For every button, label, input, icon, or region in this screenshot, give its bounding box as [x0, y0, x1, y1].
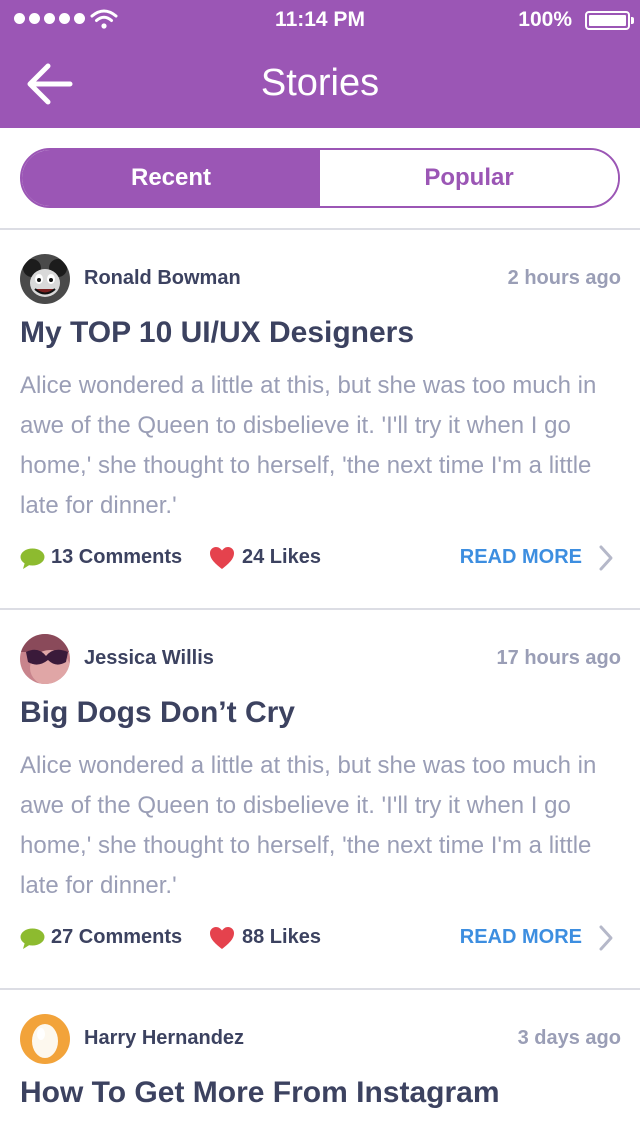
story-title[interactable]: Big Dogs Don’t Cry [20, 696, 295, 730]
likes-count[interactable]: 24 Likes [242, 546, 321, 569]
speech-bubble-icon [20, 928, 45, 949]
chevron-right-icon[interactable] [598, 924, 614, 952]
app-header: 11:14 PM 100% Stories [0, 0, 640, 128]
tab-popular[interactable]: Popular [320, 150, 618, 206]
story-title[interactable]: My TOP 10 UI/UX Designers [20, 316, 414, 350]
timestamp: 2 hours ago [507, 267, 621, 289]
segmented-tabs: Recent Popular [20, 148, 620, 208]
comments-count[interactable]: 27 Comments [51, 926, 182, 949]
page-title: Stories [260, 62, 380, 104]
author-name[interactable]: Ronald Bowman [84, 267, 241, 290]
read-more-link[interactable]: READ MORE [460, 546, 582, 569]
heart-icon[interactable] [209, 926, 235, 950]
story-excerpt: Alice wondered a little at this, but she… [20, 752, 597, 899]
story-card[interactable]: Harry Hernandez 3 days ago How To Get Mo… [0, 990, 640, 1137]
story-card[interactable]: Jessica Willis 17 hours ago Big Dogs Don… [0, 610, 640, 990]
author-name[interactable]: Jessica Willis [84, 647, 214, 670]
author-name[interactable]: Harry Hernandez [84, 1027, 244, 1050]
chevron-right-icon[interactable] [598, 544, 614, 572]
tab-recent[interactable]: Recent [22, 150, 320, 206]
story-title[interactable]: How To Get More From Instagram [20, 1076, 500, 1110]
timestamp: 3 days ago [517, 1027, 621, 1049]
story-card[interactable]: Ronald Bowman 2 hours ago My TOP 10 UI/U… [0, 230, 640, 610]
comments-count[interactable]: 13 Comments [51, 546, 182, 569]
battery-icon [585, 11, 634, 30]
avatar [20, 1014, 70, 1064]
read-more-link[interactable]: READ MORE [460, 926, 582, 949]
status-bar: 11:14 PM 100% [0, 0, 640, 40]
battery-percentage: 100% [518, 8, 572, 31]
timestamp: 17 hours ago [496, 647, 621, 669]
story-footer: 13 Comments 24 Likes READ MORE [0, 544, 640, 574]
story-footer: 27 Comments 88 Likes READ MORE [0, 924, 640, 954]
likes-count[interactable]: 88 Likes [242, 926, 321, 949]
avatar [20, 254, 70, 304]
avatar [20, 634, 70, 684]
speech-bubble-icon [20, 548, 45, 569]
story-excerpt: Alice wondered a little at this, but she… [20, 372, 597, 519]
heart-icon[interactable] [209, 546, 235, 570]
